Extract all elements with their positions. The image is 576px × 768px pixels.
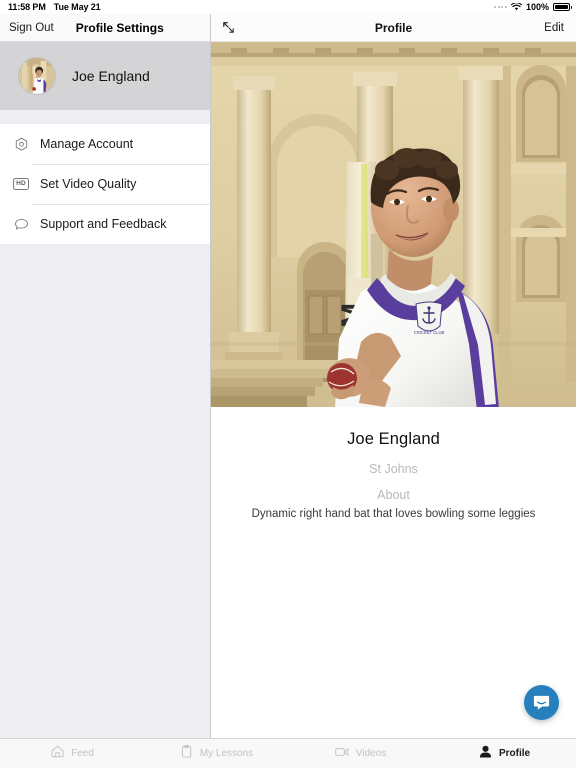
avatar: [18, 57, 56, 95]
status-time: 11:58 PM: [8, 2, 46, 12]
status-bar: 11:58 PM Tue May 21 100%: [0, 0, 576, 14]
about-body: Dynamic right hand bat that loves bowlin…: [251, 508, 536, 520]
tab-label: Videos: [355, 748, 387, 759]
tab-label: Profile: [498, 748, 531, 759]
sign-out-button[interactable]: Sign Out: [9, 22, 54, 34]
sidebar-item-label: Manage Account: [40, 137, 134, 151]
sidebar-item-label: Support and Feedback: [40, 217, 167, 231]
tab-label: Feed: [71, 748, 94, 759]
hd-icon: HD: [8, 178, 34, 190]
battery-percent-label: 100%: [525, 2, 549, 12]
page-title: Profile: [374, 20, 413, 35]
battery-full-icon: [553, 3, 572, 11]
home-icon: [50, 744, 65, 764]
sidebar-item-set-video-quality[interactable]: HD Set Video Quality: [0, 164, 210, 204]
sidebar-profile-name: Joe England: [72, 68, 150, 84]
edit-button[interactable]: Edit: [544, 22, 564, 34]
profile-hero-image: GM: [211, 42, 576, 407]
split-view: Sign Out Profile Settings Joe England Ma…: [0, 14, 576, 738]
intercom-chat-icon: [533, 695, 550, 710]
detail-pane: Profile Edit CRICKET CLUB Joe England St…: [211, 14, 576, 738]
sidebar-gap: [0, 110, 210, 124]
tab-feed[interactable]: Feed: [0, 744, 144, 764]
sidebar-title: Profile Settings: [75, 20, 164, 35]
chat-bubble-icon: [8, 217, 34, 232]
settings-hexagon-icon: [8, 137, 34, 152]
profile-club: St Johns: [369, 462, 418, 476]
sidebar: Sign Out Profile Settings Joe England Ma…: [0, 14, 211, 738]
sidebar-item-profile[interactable]: Joe England: [0, 42, 210, 110]
expand-diagonal-icon[interactable]: [211, 21, 245, 34]
avatar-image: [19, 58, 55, 94]
about-heading: About: [377, 488, 410, 502]
status-right-cluster: 100%: [494, 2, 572, 12]
sidebar-menu: Manage Account HD Set Video Quality Supp…: [0, 124, 210, 244]
app-window: 11:58 PM Tue May 21 100% Sign Out Profil…: [0, 0, 576, 768]
tab-videos[interactable]: Videos: [288, 744, 432, 764]
wifi-icon: [510, 3, 522, 11]
cricket-player-photo: GM: [211, 42, 576, 407]
sidebar-item-support-and-feedback[interactable]: Support and Feedback: [0, 204, 210, 244]
detail-empty-space: [211, 520, 576, 738]
signal-dots-icon: [494, 6, 507, 8]
sidebar-navbar: Sign Out Profile Settings: [0, 14, 210, 42]
intercom-chat-button[interactable]: [524, 685, 559, 720]
sidebar-item-manage-account[interactable]: Manage Account: [0, 124, 210, 164]
svg-text:CRICKET CLUB: CRICKET CLUB: [414, 330, 445, 335]
sidebar-item-label: Set Video Quality: [40, 177, 137, 191]
tab-my-lessons[interactable]: My Lessons: [144, 744, 288, 764]
tab-profile[interactable]: Profile: [432, 744, 576, 764]
sidebar-empty-space: [0, 244, 210, 738]
person-filled-icon: [478, 744, 493, 764]
clipboard-icon: [179, 744, 194, 764]
status-date: Tue May 21: [53, 2, 101, 12]
tab-bar: Feed My Lessons Videos Profile: [0, 738, 576, 768]
detail-navbar: Profile Edit: [211, 14, 576, 42]
profile-info: Joe England St Johns About Dynamic right…: [211, 407, 576, 520]
video-camera-icon: [334, 744, 350, 764]
hd-icon-label: HD: [13, 178, 29, 190]
tab-label: My Lessons: [199, 748, 254, 759]
profile-name: Joe England: [347, 430, 440, 448]
